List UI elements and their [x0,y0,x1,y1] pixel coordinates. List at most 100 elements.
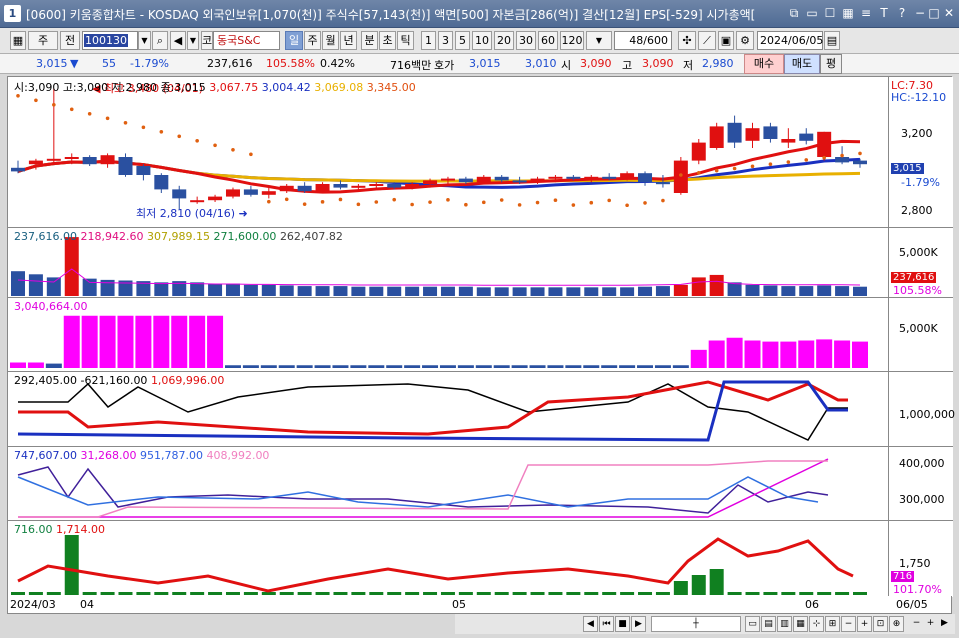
unit-month[interactable]: 월 [322,31,339,50]
amount2-bar [602,592,617,595]
price-pane[interactable]: ◀ 최고 3,480 (04/01) 최저 2,810 (04/16) ➜ 시:3… [8,77,953,228]
code-dropdown-icon[interactable]: ▼ [138,31,151,50]
minus-icon[interactable]: − [841,616,856,632]
obv-pane[interactable]: 747,607.00 31,268.00 951,787.00 408,992.… [8,447,953,521]
ma-blue-legend: 3,004.42 [261,81,311,94]
buy-button[interactable]: 매수 [744,54,784,74]
indicator-icon[interactable]: ✣ [678,31,696,50]
stock-code-input[interactable]: 100130 [82,31,138,50]
scroll-end-icon[interactable]: ▶ [937,616,952,632]
zoom-in-icon[interactable]: ⊕ [889,616,904,632]
tick-20[interactable]: 20 [494,31,514,50]
amount-bar [314,365,331,368]
candle [691,142,706,161]
restore-icon[interactable]: ⧉ [786,5,802,21]
plus-icon[interactable]: + [857,616,872,632]
window-title: [0600] 키움종합차트 - KOSDAQ 외국인보유[1,070(천)] 주… [26,8,756,22]
amount2-bar [46,592,61,595]
split-icon[interactable]: ▥ [777,616,792,632]
unit-tick[interactable]: 틱 [397,31,414,50]
window-number[interactable]: 1 [4,5,21,22]
plus-zoom-icon[interactable]: + [923,616,938,632]
close-icon[interactable]: ✕ [941,5,957,21]
tick-60[interactable]: 60 [538,31,558,50]
grid-icon[interactable]: ▦ [793,616,808,632]
amount2-bar [530,592,545,595]
parabolic-dot [141,125,146,130]
bar-count-field[interactable]: 48/600 [614,31,672,50]
tile-icon[interactable]: ▦ [840,5,856,21]
draw-icon[interactable]: ⟋ [698,31,716,50]
unit-minute[interactable]: 분 [361,31,378,50]
unit-year[interactable]: 년 [340,31,357,50]
search-icon[interactable]: ⌕ [152,31,168,50]
candle [333,184,348,188]
chart-type-icon[interactable]: ▦ [10,31,26,50]
market-select[interactable]: 주 [28,31,58,50]
investor-pane[interactable]: 292,405.00 -621,160.00 1,069,996.00 1,00… [8,372,955,447]
unit-second[interactable]: 초 [379,31,396,50]
unit-day[interactable]: 일 [285,31,303,50]
play-icon[interactable]: ▶ [631,616,646,632]
window-icon[interactable]: ▭ [804,5,820,21]
layout-icon[interactable]: ▤ [761,616,776,632]
fit-icon[interactable]: ⊡ [873,616,888,632]
amount-bar [798,340,815,368]
zoom-slider[interactable]: ┼ [651,616,741,632]
sell-button[interactable]: 매도 [784,54,820,74]
calendar-icon[interactable]: ▤ [824,31,840,50]
tick-120[interactable]: 120 [560,31,584,50]
y-tick: 5,000K [899,246,938,259]
chart-area[interactable]: ◀ 최고 3,480 (04/01) 최저 2,810 (04/16) ➜ 시:3… [7,76,955,614]
price-change: 55 [102,57,116,70]
price-y-axis: LC:7.30 HC:-12.10 3,200 3,015 -1.79% 2,8… [888,77,953,227]
pattern-icon[interactable]: ⊞ [825,616,840,632]
amount-bar [547,365,564,368]
x-label: 04 [80,598,94,611]
volume-pane[interactable]: 237,616.00 218,942.60 307,989.15 271,600… [8,228,953,298]
amount-bar [654,365,671,368]
x-axis: 2024/03 04 05 06 06/05 [7,596,952,614]
settings-icon[interactable]: ⚙ [736,31,754,50]
amount2-bar [11,592,25,595]
parabolic-dot [356,202,361,207]
save-icon[interactable]: ▣ [718,31,734,50]
candle [620,173,635,179]
bid-price: 3,010 [525,57,557,70]
amount-bar [350,365,367,368]
help-icon[interactable]: ? [894,5,910,21]
tick-5[interactable]: 5 [455,31,470,50]
link-icon[interactable]: ☐ [822,5,838,21]
unit-week[interactable]: 주 [304,31,321,50]
volume-bar [458,286,473,296]
amount-bar [637,365,654,368]
amount2-pane[interactable]: 716.00 1,714.00 1,750 716 101.70% [8,521,953,597]
chart-scrollbar[interactable]: ◀ ⏮ ■ ▶ ┼ ▭ ▤ ▥ ▦ ⊹ ⊞ − + ⊡ ⊕ − + ▶ [455,614,955,634]
period-select[interactable]: 전 [60,31,80,50]
crosshair-icon[interactable]: ⊹ [809,616,824,632]
speaker-icon[interactable]: ◀ [170,31,186,50]
tick-1[interactable]: 1 [421,31,436,50]
text-icon[interactable]: T [876,5,892,21]
amount-bar [260,365,277,368]
investor-line-2 [17,380,848,442]
sort-icon[interactable]: ≡ [858,5,874,21]
tick-30[interactable]: 30 [516,31,536,50]
stop-icon[interactable]: ■ [615,616,630,632]
maximize-icon[interactable]: □ [926,5,942,21]
tick-dropdown-icon[interactable]: ▼ [586,31,612,50]
tick-3[interactable]: 3 [438,31,453,50]
scroll-first-icon[interactable]: ⏮ [599,616,614,632]
scroll-left-icon[interactable]: ◀ [583,616,598,632]
obv-line-3 [18,460,828,518]
speaker-dropdown-icon[interactable]: ▼ [187,31,199,50]
parabolic-dot [535,200,540,205]
minus-zoom-icon[interactable]: − [909,616,924,632]
date-input[interactable]: 2024/06/05 [757,31,823,50]
tick-10[interactable]: 10 [472,31,492,50]
zoom-out-icon[interactable]: ▭ [745,616,760,632]
avg-button[interactable]: 평 [820,54,842,74]
amount-pane[interactable]: 3,040,664.00 5,000K [8,298,953,372]
candle [351,185,366,188]
amount-bar [672,365,689,368]
